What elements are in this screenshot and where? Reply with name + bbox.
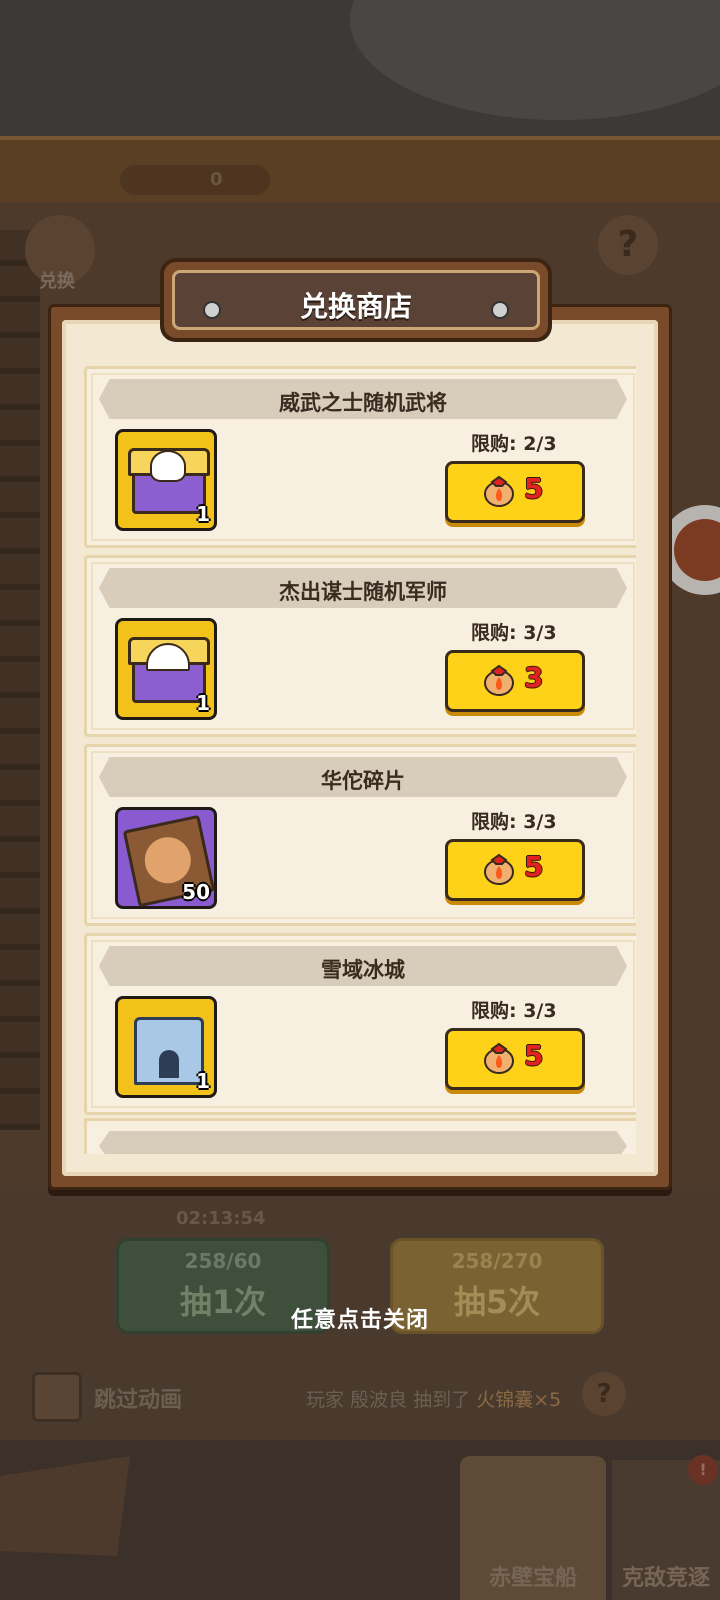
- purchase-limit: 限购: 3/3: [471, 811, 557, 833]
- item-name: 威武之士随机武将: [279, 391, 447, 415]
- skip-animation-label: 跳过动画: [94, 1388, 183, 1413]
- buy-button[interactable]: 5: [445, 461, 585, 523]
- item-quantity: 1: [196, 502, 210, 526]
- item-quantity: 1: [196, 691, 210, 715]
- draw-one-cost: 258/60: [184, 1249, 262, 1273]
- nav-tab-label: 克敌竞逐: [621, 1566, 710, 1591]
- exchange-button[interactable]: 兑换: [25, 215, 95, 292]
- title-inner: 兑换商店: [172, 270, 540, 330]
- top-resource-bar: [0, 136, 720, 210]
- general-figure-icon: [150, 450, 186, 482]
- help-icon[interactable]: ?: [598, 215, 658, 275]
- skip-animation-checkbox[interactable]: [32, 1372, 82, 1422]
- fire-pouch-icon: [484, 853, 514, 885]
- purchase-limit: 限购: 2/3: [471, 433, 557, 455]
- shop-item-partial: [84, 1118, 636, 1154]
- price-value: 3: [524, 661, 544, 694]
- gold-chest-fan-icon[interactable]: 1: [115, 618, 217, 720]
- news-player: 殷波良: [350, 1389, 408, 1411]
- modal-title: 兑换商店: [299, 290, 412, 323]
- buy-button[interactable]: 5: [445, 839, 585, 901]
- price-value: 5: [524, 472, 544, 505]
- ice-castle-icon[interactable]: 1: [115, 996, 217, 1098]
- purchase-limit: 限购: 3/3: [471, 622, 557, 644]
- item-name-banner: 华佗碎片: [99, 757, 627, 797]
- hero-fragment-icon[interactable]: 50: [115, 807, 217, 909]
- fire-pouch-icon: [484, 475, 514, 507]
- resource-counter-value: 0: [210, 169, 223, 190]
- draw-five-cost: 258/270: [451, 1249, 543, 1273]
- item-name-banner: 雪域冰城: [99, 946, 627, 986]
- fire-pouch-icon: [484, 664, 514, 696]
- fire-pouch-icon: [484, 1042, 514, 1074]
- exchange-label: 兑换: [39, 271, 75, 292]
- timer: 02:13:54: [176, 1208, 266, 1229]
- modal-title-plate: 兑换商店: [164, 262, 548, 338]
- item-name-banner: 杰出谋士随机军师: [99, 568, 627, 608]
- shop-modal: 威武之士随机武将 1 限购: 2/3 5 杰出谋士随机军师 1 限购: 3/3 …: [62, 320, 658, 1176]
- purchase-limit: 限购: 3/3: [471, 1000, 557, 1022]
- item-list[interactable]: 威武之士随机武将 1 限购: 2/3 5 杰出谋士随机军师 1 限购: 3/3 …: [84, 342, 636, 1154]
- news-prefix: 玩家: [306, 1389, 345, 1411]
- shop-item: 杰出谋士随机军师 1 限购: 3/3 3: [84, 555, 636, 737]
- item-name: 华佗碎片: [321, 769, 405, 793]
- shop-item: 华佗碎片 50 限购: 3/3 5: [84, 744, 636, 926]
- news-item: 火锦囊×5: [476, 1389, 562, 1411]
- item-name-banner: 威武之士随机武将: [99, 379, 627, 419]
- resource-counter: 0: [120, 165, 270, 195]
- buy-button[interactable]: 3: [445, 650, 585, 712]
- tap-to-close-hint[interactable]: 任意点击关闭: [0, 1302, 720, 1334]
- item-quantity: 50: [182, 880, 210, 904]
- item-name: 雪域冰城: [321, 958, 405, 982]
- buy-button[interactable]: 5: [445, 1028, 585, 1090]
- gold-chest-icon[interactable]: 1: [115, 429, 217, 531]
- price-value: 5: [524, 850, 544, 883]
- nav-tab-label: 赤壁宝船: [488, 1566, 577, 1591]
- news-ticker: 玩家 殷波良 抽到了 火锦囊×5: [306, 1385, 561, 1412]
- item-quantity: 1: [196, 1069, 210, 1093]
- news-help-icon[interactable]: ?: [582, 1372, 626, 1416]
- nav-tab-chibi-ship[interactable]: 赤壁宝船: [460, 1456, 606, 1600]
- chain-decoration: [0, 230, 40, 1130]
- price-value: 5: [524, 1039, 544, 1072]
- item-name: 杰出谋士随机军师: [279, 580, 447, 604]
- notification-badge: !: [688, 1455, 718, 1485]
- shop-item: 威武之士随机武将 1 限购: 2/3 5: [84, 366, 636, 548]
- news-action: 抽到了: [413, 1389, 471, 1411]
- item-name-banner: [99, 1131, 627, 1154]
- castle-icon: [134, 1017, 204, 1085]
- shop-item: 雪域冰城 1 限购: 3/3 5: [84, 933, 636, 1115]
